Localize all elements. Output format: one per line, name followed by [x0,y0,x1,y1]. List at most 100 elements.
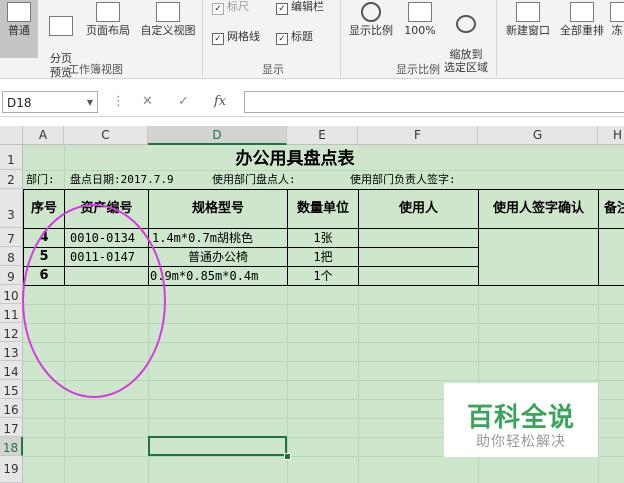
row-header[interactable]: 18 [0,437,23,456]
page-layout-label: 页面布局 [86,24,130,37]
ruler-checkbox[interactable]: ✓ 标尺 [212,0,249,15]
group-divider [340,0,341,76]
normal-view-button[interactable]: 普通 [0,0,38,58]
worksheet-grid[interactable]: A C D E F G H 1 2 3 7 8 9 10 11 12 13 14… [0,126,624,483]
column-header-a[interactable]: A [23,126,64,145]
column-header-f[interactable]: F [358,126,478,145]
table-cell: 1个 [313,269,333,283]
watermark-subtitle: 助你轻松解决 [476,434,566,450]
gridline [598,286,599,483]
group-divider [202,0,203,76]
custom-views-label: 自定义视图 [140,24,196,37]
row-header[interactable]: 9 [0,266,23,285]
table-cell: 普通办公椅 [187,250,248,264]
formula-input[interactable] [244,91,624,113]
zoom-selection-icon [456,15,476,33]
freeze-panes-button[interactable]: 冻 [610,0,624,58]
arrange-all-button[interactable]: 全部重排 [556,0,608,58]
table-cell: 1.4m*0.7m胡桃色 [152,231,254,245]
column-header-e[interactable]: E [287,126,358,145]
zoom-button[interactable]: 显示比例 [346,0,396,58]
column-header-d[interactable]: D [148,126,287,145]
row-header[interactable]: 11 [0,304,23,323]
zoom-100-button[interactable]: 100% [402,0,438,58]
row-header[interactable]: 17 [0,418,23,437]
checkbox-icon: ✓ [276,33,288,45]
table-border [23,189,624,190]
zoom-label: 显示比例 [349,24,393,37]
freeze-panes-label: 冻 [611,24,623,37]
table-cell: 1张 [313,231,333,245]
headings-checkbox[interactable]: ✓ 标题 [276,30,313,45]
header-qty: 数量单位 [296,201,349,216]
name-box-value: D18 [7,96,32,110]
row-header[interactable]: 13 [0,342,23,361]
select-all-corner[interactable] [0,126,23,145]
dept-counter-label: 使用部门盘点人: [212,173,296,186]
row-header[interactable]: 15 [0,380,23,399]
row-header[interactable]: 2 [0,170,23,189]
zoom-100-icon [408,2,432,22]
chevron-down-icon[interactable]: ▼ [87,92,93,114]
show-group-label: 显示 [262,63,284,76]
zoom-selection-label: 缩放到 选定区域 [444,48,488,74]
page-break-preview-icon [49,16,73,36]
gridlines-checkbox[interactable]: ✓ 网格线 [212,30,260,45]
page-layout-button[interactable]: 页面布局 [82,0,134,58]
row-header[interactable]: 3 [0,189,23,228]
normal-view-label: 普通 [8,24,30,37]
page-layout-icon [96,2,120,22]
sheet-title: 办公用具盘点表 [235,149,355,169]
header-remarks: 备注 [604,201,624,216]
insert-function-icon[interactable]: fx [214,94,226,109]
table-cell: 1把 [313,250,333,264]
row-header[interactable]: 10 [0,285,23,304]
new-window-label: 新建窗口 [506,24,550,37]
row-header[interactable]: 7 [0,228,23,247]
edit-bar-checkbox[interactable]: ✓ 编辑栏 [276,0,324,15]
name-box[interactable]: D18 ▼ [2,91,98,113]
arrange-all-label: 全部重排 [560,24,604,37]
column-header-h[interactable]: H [598,126,624,145]
column-header-g[interactable]: G [478,126,598,145]
fill-handle[interactable] [284,453,291,460]
formula-bar: D18 ▼ ⋮ ✕ ✓ fx [0,88,624,117]
checkbox-icon: ✓ [212,3,224,15]
enter-icon[interactable]: ✓ [178,94,189,109]
row-header[interactable]: 1 [0,145,23,170]
new-window-button[interactable]: 新建窗口 [502,0,554,58]
table-cell: 0.9m*0.85m*0.4m [150,269,259,283]
custom-views-button[interactable]: 自定义视图 [137,0,199,58]
ribbon: 普通 分页 预览 页面布局 自定义视图 工作簿视图 ✓ 标尺 ✓ 编辑栏 ✓ 网格线 … [0,0,624,79]
header-user-signature: 使用人签字确认 [492,201,584,216]
watermark-title: 百科全说 [466,403,575,433]
inventory-date: 盘点日期:2017.7.9 [70,173,174,186]
gridline [358,286,359,483]
cancel-icon[interactable]: ✕ [142,94,153,109]
column-header-c[interactable]: C [64,126,148,145]
gridline [64,145,65,189]
page-break-preview-button[interactable]: 分页 预览 [44,0,78,79]
headings-label: 标题 [291,30,313,43]
header-spec: 规格型号 [191,201,244,216]
row-header[interactable]: 19 [0,456,23,483]
more-options-icon: ⋮ [112,94,125,109]
active-cell-d18[interactable] [148,436,287,456]
freeze-panes-icon [610,2,624,22]
row-header[interactable]: 12 [0,323,23,342]
zoom-to-selection-button[interactable]: 缩放到 选定区域 [440,0,492,74]
edit-bar-label: 编辑栏 [291,0,324,13]
row-header[interactable]: 8 [0,247,23,266]
watermark-logo: 百科全说 助你轻松解决 [444,383,598,457]
ruler-label: 标尺 [227,0,249,13]
arrange-all-icon [570,2,594,22]
annotation-ellipse [22,204,166,398]
zoom-100-label: 100% [404,24,436,37]
gridlines-label: 网格线 [227,30,260,43]
workbook-views-group-label: 工作簿视图 [68,63,123,76]
header-user: 使用人 [398,201,438,216]
new-window-icon [516,2,540,22]
row-header[interactable]: 16 [0,399,23,418]
zoom-group-label: 显示比例 [396,63,440,76]
row-header[interactable]: 14 [0,361,23,380]
